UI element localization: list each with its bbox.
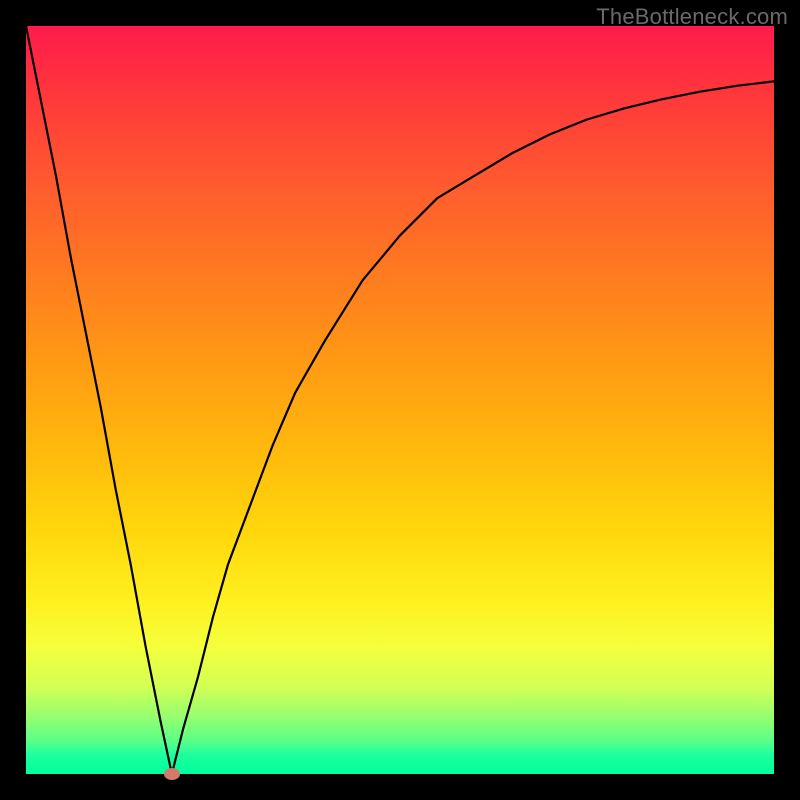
chart-frame: TheBottleneck.com <box>0 0 800 800</box>
optimal-point-dot <box>164 768 180 780</box>
bottleneck-curve <box>26 26 774 774</box>
plot-area <box>26 26 774 774</box>
